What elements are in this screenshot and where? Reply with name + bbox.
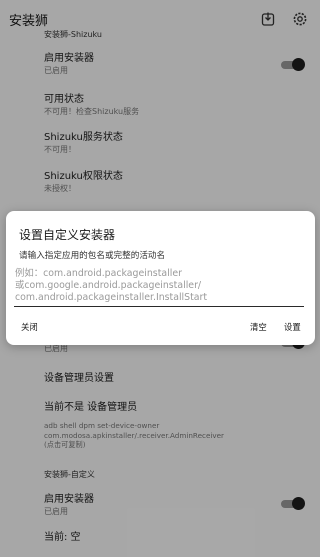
custom-installer-dialog: 设置自定义安装器 请输入指定应用的包名或完整的活动名 例如：com.androi… <box>6 211 315 345</box>
set-button[interactable]: 设置 <box>284 321 301 333</box>
dialog-title: 设置自定义安装器 <box>19 228 116 242</box>
dialog-message: 请输入指定应用的包名或完整的活动名 <box>19 251 166 261</box>
placeholder-line: 或com.google.android.packageinstaller/ <box>15 280 202 291</box>
placeholder-line: 例如：com.android.packageinstaller <box>15 268 182 279</box>
installer-input[interactable]: 例如：com.android.packageinstaller 或com.goo… <box>14 268 304 307</box>
placeholder-line: com.android.packageinstaller.InstallStar… <box>15 292 208 303</box>
clear-button[interactable]: 清空 <box>250 321 267 333</box>
close-button[interactable]: 关闭 <box>21 321 38 333</box>
